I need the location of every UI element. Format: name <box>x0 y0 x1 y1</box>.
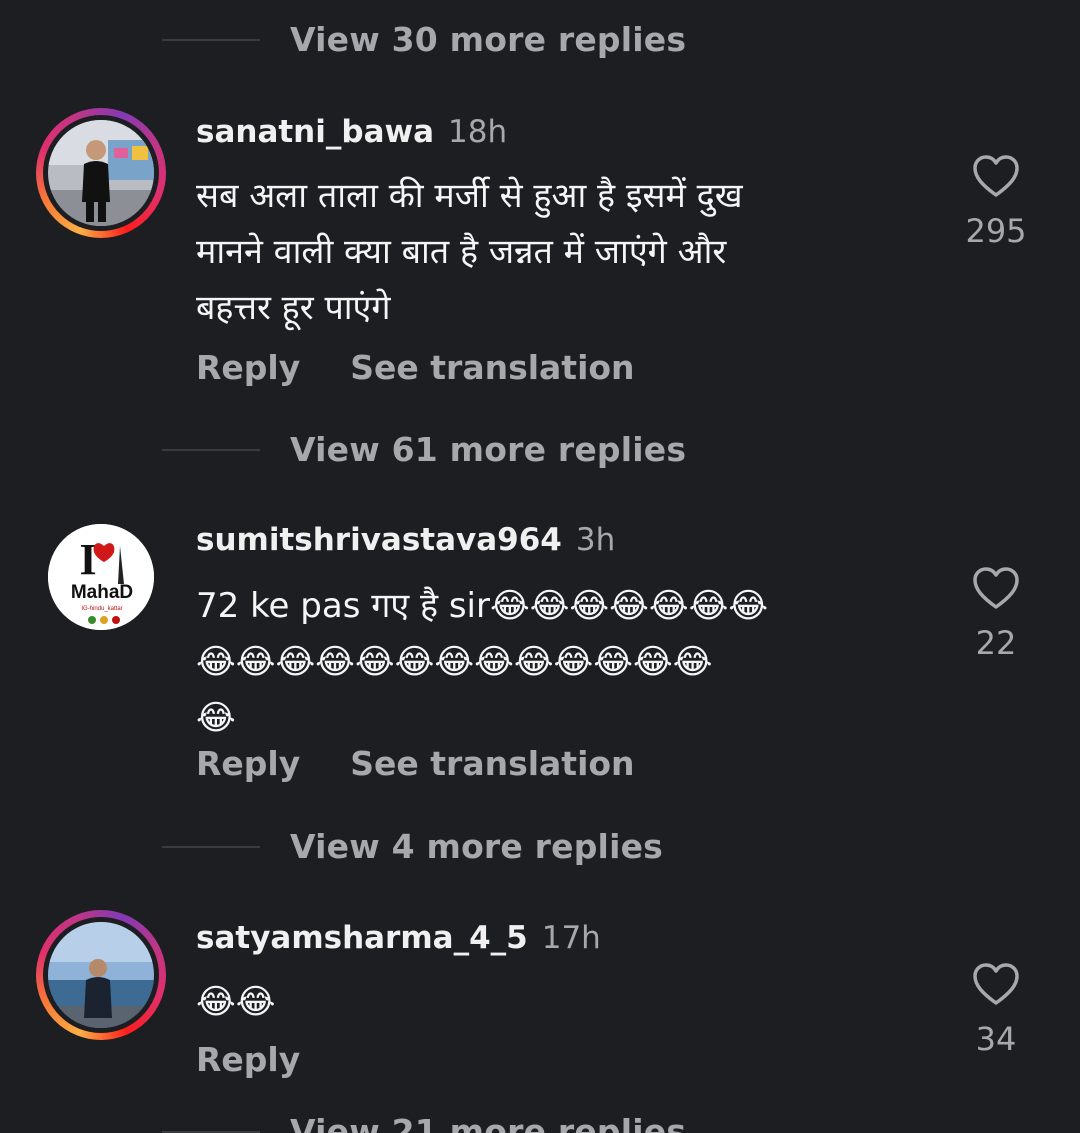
avatar-story-ring[interactable] <box>36 910 166 1040</box>
reply-button[interactable]: Reply <box>196 1040 300 1079</box>
comment-header: sumitshrivastava964 3h <box>196 522 615 558</box>
view-more-replies-label: View 30 more replies <box>290 20 687 59</box>
comment-header: satyamsharma_4_5 17h <box>196 920 601 956</box>
heart-outline-icon[interactable] <box>972 566 1020 610</box>
logo-handle: IG-hindu_kattar <box>81 606 122 612</box>
view-more-replies-button[interactable]: View 4 more replies <box>162 827 663 866</box>
heart-outline-icon[interactable] <box>972 962 1020 1006</box>
like-control: 34 <box>955 962 1037 1058</box>
view-more-replies-label: View 61 more replies <box>290 430 687 469</box>
logo-wordmark: MahaD <box>71 582 133 603</box>
reply-button[interactable]: Reply <box>196 348 300 387</box>
comment-text: 72 ke pas गए है sir😂😂😂😂😂😂😂 😂😂😂😂😂😂😂😂😂😂😂😂😂… <box>196 586 769 738</box>
username-link[interactable]: sumitshrivastava964 <box>196 522 562 558</box>
reply-button[interactable]: Reply <box>196 744 300 783</box>
like-control: 295 <box>955 154 1037 250</box>
comment-text: सब अला ताला की मर्जी से हुआ है इसमें दुख… <box>196 176 743 328</box>
like-count: 22 <box>975 624 1017 662</box>
comments-screen: View 30 more replies sanatni_bawa 18h सब… <box>0 0 1080 1133</box>
comment-timestamp: 18h <box>448 114 508 150</box>
avatar <box>48 120 154 226</box>
heart-outline-icon[interactable] <box>972 154 1020 198</box>
avatar-story-ring[interactable] <box>36 108 166 238</box>
thread-divider-line <box>162 448 260 451</box>
comment-actions: Reply See translation <box>196 348 685 387</box>
username-link[interactable]: satyamsharma_4_5 <box>196 920 528 956</box>
thread-divider-line <box>162 38 260 41</box>
comment-header: sanatni_bawa 18h <box>196 114 507 150</box>
comment-actions: Reply See translation <box>196 744 685 783</box>
view-more-replies-button[interactable]: View 21 more replies <box>162 1112 686 1133</box>
logo-letter: I <box>79 535 96 584</box>
see-translation-button[interactable]: See translation <box>350 348 634 387</box>
view-more-replies-button[interactable]: View 61 more replies <box>162 430 686 469</box>
thread-divider-line <box>162 1130 260 1133</box>
comment-actions: Reply <box>196 1040 350 1079</box>
comment-timestamp: 3h <box>575 522 616 558</box>
view-more-replies-label: View 21 more replies <box>290 1112 687 1133</box>
like-count: 295 <box>965 212 1027 250</box>
comment-text: 😂😂 <box>196 982 276 1022</box>
see-translation-button[interactable]: See translation <box>350 744 634 783</box>
username-link[interactable]: sanatni_bawa <box>196 114 434 150</box>
avatar-container[interactable]: I MahaD IG-hindu_kattar <box>36 512 166 642</box>
like-control: 22 <box>955 566 1037 662</box>
view-more-replies-label: View 4 more replies <box>290 827 664 866</box>
avatar: I MahaD IG-hindu_kattar <box>48 524 154 630</box>
avatar <box>48 922 154 1028</box>
view-more-replies-button[interactable]: View 30 more replies <box>162 20 686 59</box>
comment-timestamp: 17h <box>541 920 601 956</box>
thread-divider-line <box>162 845 260 848</box>
like-count: 34 <box>975 1020 1017 1058</box>
